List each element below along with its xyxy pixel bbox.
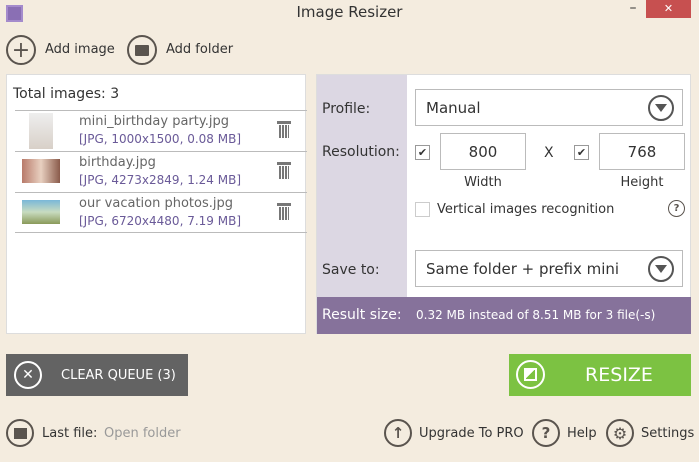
close-button[interactable]: ✕ <box>646 0 691 18</box>
chevron-down-icon <box>648 94 674 121</box>
save-to-label: Save to: <box>322 262 380 278</box>
x-separator: X <box>544 145 554 161</box>
resolution-label: Resolution: <box>322 144 400 160</box>
help-icon[interactable]: ? <box>668 200 685 217</box>
clear-queue-label: CLEAR QUEUE (3) <box>61 368 176 383</box>
profile-value: Manual <box>426 98 481 117</box>
list-item[interactable]: our vacation photos.jpg [JPG, 6720x4480,… <box>15 192 307 233</box>
height-input[interactable]: 768 <box>599 133 685 170</box>
gear-icon: ⚙ <box>606 419 634 447</box>
profile-dropdown[interactable]: Manual <box>415 89 683 126</box>
file-info: [JPG, 6720x4480, 7.19 MB] <box>79 214 241 228</box>
settings-label: Settings <box>641 426 695 441</box>
resize-button[interactable]: RESIZE <box>509 354 691 396</box>
close-circle-icon: ✕ <box>14 361 42 389</box>
add-image-label: Add image <box>45 42 115 57</box>
result-size-label: Result size: <box>322 307 402 323</box>
window-title: Image Resizer <box>296 3 403 21</box>
height-checkbox[interactable]: ✔ <box>574 145 589 160</box>
folder-icon <box>127 35 157 65</box>
file-name: our vacation photos.jpg <box>79 196 233 211</box>
last-file-label: Last file: <box>42 426 98 441</box>
result-size-value: 0.32 MB instead of 8.51 MB for 3 file(-s… <box>416 308 656 322</box>
clear-queue-button[interactable]: ✕ CLEAR QUEUE (3) <box>6 354 188 396</box>
folder-icon[interactable] <box>6 419 34 447</box>
file-info: [JPG, 1000x1500, 0.08 MB] <box>79 132 241 146</box>
file-name: birthday.jpg <box>79 155 156 170</box>
width-label: Width <box>464 175 502 190</box>
width-input[interactable]: 800 <box>440 133 526 170</box>
trash-icon[interactable] <box>277 203 291 220</box>
settings-panel: Profile: Manual Resolution: ✔ 800 X ✔ 76… <box>316 74 691 334</box>
file-info: [JPG, 4273x2849, 1.24 MB] <box>79 173 241 187</box>
add-folder-label: Add folder <box>166 42 234 57</box>
vertical-recognition-checkbox[interactable] <box>415 202 430 217</box>
vertical-recognition-label: Vertical images recognition <box>437 202 615 217</box>
thumbnail <box>22 159 60 183</box>
open-folder-link[interactable]: Open folder <box>104 426 181 441</box>
trash-icon[interactable] <box>277 162 291 179</box>
upgrade-label: Upgrade To PRO <box>419 426 524 441</box>
image-list-panel: Total images: 3 mini_birthday party.jpg … <box>6 74 307 334</box>
result-bar: Result size: 0.32 MB instead of 8.51 MB … <box>317 297 691 334</box>
file-name: mini_birthday party.jpg <box>79 114 229 129</box>
question-icon: ? <box>532 419 560 447</box>
total-images: Total images: 3 <box>13 86 120 102</box>
minimize-button[interactable]: – <box>622 0 644 18</box>
profile-label: Profile: <box>322 101 371 117</box>
save-to-value: Same folder + prefix mini <box>426 259 620 278</box>
list-item[interactable]: birthday.jpg [JPG, 4273x2849, 1.24 MB] <box>15 151 307 192</box>
plus-icon: + <box>6 35 36 65</box>
trash-icon[interactable] <box>277 121 291 138</box>
arrow-up-icon: ↑ <box>384 419 412 447</box>
width-checkbox[interactable]: ✔ <box>415 145 430 160</box>
thumbnail <box>29 113 53 149</box>
save-to-dropdown[interactable]: Same folder + prefix mini <box>415 250 683 287</box>
thumbnail <box>22 200 60 224</box>
resize-label: RESIZE <box>585 364 653 386</box>
help-label: Help <box>567 426 597 441</box>
list-item[interactable]: mini_birthday party.jpg [JPG, 1000x1500,… <box>15 110 307 151</box>
chevron-down-icon <box>648 255 674 282</box>
height-label: Height <box>620 175 664 190</box>
